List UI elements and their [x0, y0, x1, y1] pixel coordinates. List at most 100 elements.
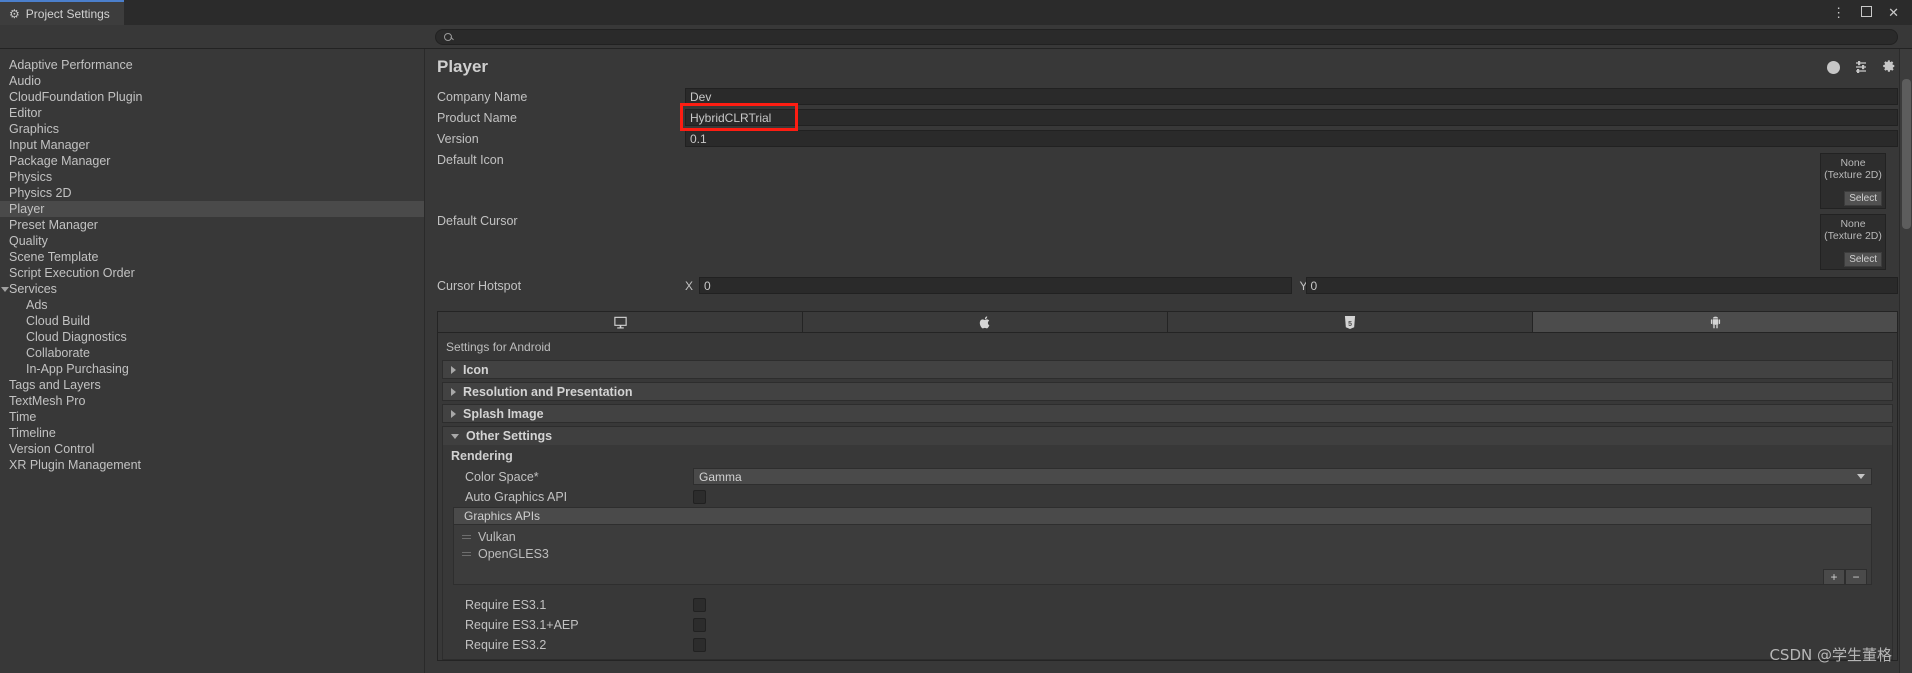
sidebar-item-graphics[interactable]: Graphics — [0, 121, 424, 137]
sidebar-item-label: Audio — [9, 74, 41, 88]
search-left-pad — [0, 25, 435, 48]
cursor-hotspot-x-input[interactable]: 0 — [699, 277, 1292, 294]
maximize-icon[interactable] — [1861, 6, 1873, 19]
sidebar-item-textmesh-pro[interactable]: TextMesh Pro — [0, 393, 424, 409]
default-icon-type: (Texture 2D) — [1824, 169, 1882, 181]
platform-tab-desktop[interactable] — [438, 312, 803, 332]
graphics-apis-list-controls: + − — [1823, 569, 1867, 585]
row-require-es3-1: Require ES3.1 — [443, 595, 1892, 614]
page-title: Player — [437, 57, 489, 76]
chevron-down-icon — [1857, 474, 1865, 479]
sidebar-item-timeline[interactable]: Timeline — [0, 425, 424, 441]
rendering-section-title: Rendering — [451, 449, 513, 463]
default-cursor-select-button[interactable]: Select — [1844, 252, 1882, 267]
android-robot-icon — [1710, 316, 1720, 328]
sidebar-item-cloudfoundation-plugin[interactable]: CloudFoundation Plugin — [0, 89, 424, 105]
sidebar-item-cloud-build[interactable]: Cloud Build — [0, 313, 424, 329]
tab-label: Project Settings — [25, 6, 110, 21]
add-graphics-api-button[interactable]: + — [1823, 569, 1845, 585]
texture-picker-default-icon[interactable]: None (Texture 2D) Select — [1820, 153, 1886, 209]
sidebar-item-label: Quality — [9, 234, 48, 248]
row-require-es3-1-aep: Require ES3.1+AEP — [443, 615, 1892, 634]
row-require-es3-2: Require ES3.2 — [443, 635, 1892, 654]
sidebar-item-ads[interactable]: Ads — [0, 297, 424, 313]
sidebar-item-package-manager[interactable]: Package Manager — [0, 153, 424, 169]
sidebar-item-label: CloudFoundation Plugin — [9, 90, 143, 104]
sidebar-item-input-manager[interactable]: Input Manager — [0, 137, 424, 153]
overflow-menu-icon[interactable]: ⋮ — [1832, 6, 1845, 19]
platform-tab-ios[interactable] — [803, 312, 1168, 332]
settings-gear-icon[interactable] — [1882, 59, 1896, 75]
input-company-name[interactable]: Dev — [685, 88, 1898, 105]
checkbox-requirement[interactable] — [693, 637, 706, 652]
checkbox-requirement[interactable] — [693, 597, 706, 612]
sidebar-item-physics[interactable]: Physics — [0, 169, 424, 185]
sidebar-item-tags-and-layers[interactable]: Tags and Layers — [0, 377, 424, 393]
other-settings-content: Rendering Color Space* Gamma Auto Graphi… — [442, 445, 1893, 660]
main-vertical-scrollbar[interactable] — [1899, 49, 1912, 673]
html5-icon: 5 — [1344, 315, 1356, 329]
row-default-cursor: Default Cursor None (Texture 2D) Select — [437, 214, 1912, 270]
settings-sidebar[interactable]: Adaptive Performance Audio CloudFoundation… — [0, 49, 425, 673]
platform-tab-webgl[interactable]: 5 — [1168, 312, 1533, 332]
foldout-resolution-presentation[interactable]: Resolution and Presentation — [442, 382, 1893, 401]
foldout-icon[interactable]: Icon — [442, 360, 1893, 379]
checkbox-auto-graphics-api[interactable] — [693, 489, 706, 504]
sidebar-item-preset-manager[interactable]: Preset Manager — [0, 217, 424, 233]
platform-settings-box: Settings for Android Icon Resolution and… — [437, 333, 1898, 661]
sidebar-item-label: Graphics — [9, 122, 60, 136]
row-product-name: Product Name HybridCLRTrial — [437, 103, 1912, 131]
title-bar: ⚙ Project Settings ⋮ ✕ — [0, 0, 1912, 25]
chevron-right-icon — [451, 409, 456, 418]
sidebar-item-audio[interactable]: Audio — [0, 73, 424, 89]
graphics-apis-list[interactable]: Vulkan OpenGLES3 + − — [453, 525, 1872, 585]
scrollbar-thumb[interactable] — [1902, 79, 1911, 229]
sidebar-item-script-execution-order[interactable]: Script Execution Order — [0, 265, 424, 281]
presets-icon[interactable] — [1854, 60, 1868, 75]
sidebar-item-player[interactable]: Player — [0, 201, 424, 217]
sidebar-list: Adaptive Performance Audio CloudFoundation… — [0, 57, 424, 473]
cursor-hotspot-y-input[interactable]: 0 — [1305, 277, 1898, 294]
foldout-other-settings[interactable]: Other Settings — [442, 426, 1893, 445]
foldout-splash-image[interactable]: Splash Image — [442, 404, 1893, 423]
sidebar-item-scene-template[interactable]: Scene Template — [0, 249, 424, 265]
search-input[interactable] — [457, 29, 1889, 44]
row-version: Version 0.1 — [437, 129, 1912, 148]
sidebar-item-quality[interactable]: Quality — [0, 233, 424, 249]
row-cursor-hotspot: Cursor Hotspot X 0 Y 0 — [437, 276, 1912, 295]
sidebar-item-in-app-purchasing[interactable]: In-App Purchasing — [0, 361, 424, 377]
sidebar-item-xr-plugin-management[interactable]: XR Plugin Management — [0, 457, 424, 473]
sidebar-item-physics-2d[interactable]: Physics 2D — [0, 185, 424, 201]
chevron-down-icon[interactable] — [1, 286, 9, 292]
checkbox-requirement[interactable] — [693, 617, 706, 632]
drag-handle-icon[interactable] — [462, 534, 471, 539]
platform-tab-bar[interactable]: 5 — [437, 311, 1898, 333]
list-item[interactable]: OpenGLES3 — [454, 545, 1871, 562]
cursor-hotspot-x-tag: X — [685, 278, 694, 293]
label-color-space: Color Space* — [465, 469, 539, 484]
cursor-hotspot-y-tag: Y — [1299, 278, 1308, 293]
texture-picker-default-cursor[interactable]: None (Texture 2D) Select — [1820, 214, 1886, 270]
search-field[interactable] — [435, 28, 1898, 45]
sidebar-item-services[interactable]: Services — [0, 281, 424, 297]
sidebar-item-time[interactable]: Time — [0, 409, 424, 425]
sidebar-item-version-control[interactable]: Version Control — [0, 441, 424, 457]
sidebar-item-label: Package Manager — [9, 154, 111, 168]
input-product-name[interactable]: HybridCLRTrial — [685, 109, 1898, 126]
sidebar-item-editor[interactable]: Editor — [0, 105, 424, 121]
graphics-api-label: Vulkan — [478, 529, 516, 544]
sidebar-item-collaborate[interactable]: Collaborate — [0, 345, 424, 361]
remove-graphics-api-button[interactable]: − — [1845, 569, 1867, 585]
close-icon[interactable]: ✕ — [1888, 6, 1899, 19]
sidebar-item-adaptive-performance[interactable]: Adaptive Performance — [0, 57, 424, 73]
input-version[interactable]: 0.1 — [685, 130, 1898, 147]
dropdown-color-space[interactable]: Gamma — [693, 468, 1872, 485]
sidebar-item-cloud-diagnostics[interactable]: Cloud Diagnostics — [0, 329, 424, 345]
list-item[interactable]: Vulkan — [454, 528, 1871, 545]
label-requirement: Require ES3.1 — [465, 597, 547, 612]
platform-tab-android[interactable] — [1533, 312, 1897, 332]
default-icon-select-button[interactable]: Select — [1844, 191, 1882, 206]
drag-handle-icon[interactable] — [462, 551, 471, 556]
help-icon[interactable]: ? — [1827, 60, 1840, 74]
tab-project-settings[interactable]: ⚙ Project Settings — [0, 0, 124, 25]
